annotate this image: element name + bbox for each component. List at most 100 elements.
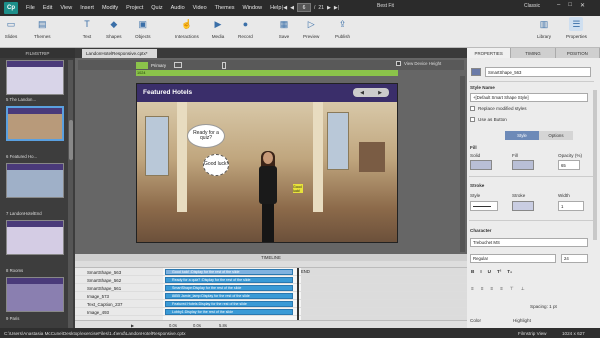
selected-shape-tag[interactable]: Good luck!	[293, 184, 303, 193]
slide-title[interactable]: Featured Hotels	[143, 89, 192, 96]
align-middle-icon[interactable]: ⊥	[521, 286, 525, 292]
align-center-icon[interactable]: ≡	[481, 286, 484, 292]
zoom-select[interactable]: Best Fit	[377, 3, 394, 9]
menu-modify[interactable]: Modify	[102, 5, 118, 11]
view-device-height-toggle[interactable]: View Device Height	[396, 61, 441, 66]
current-slide-input[interactable]: 6	[297, 3, 312, 12]
slide-thumbnail-6[interactable]	[6, 106, 64, 141]
menu-project[interactable]: Project	[126, 5, 143, 11]
record-button[interactable]: ● Record	[238, 17, 253, 39]
slide-thumbnail-7[interactable]	[6, 163, 64, 198]
next-slide-icon[interactable]: ▶	[327, 5, 331, 11]
interactions-button[interactable]: ☝ Interactions	[175, 17, 199, 40]
timeline-row[interactable]: SmartShape_563 Good luck! :Display for th…	[75, 268, 467, 276]
timeline-row[interactable]: SmartShape_561 SmartShape:Display for the…	[75, 284, 467, 292]
media-button[interactable]: ▶ Media	[211, 17, 225, 40]
fill-color-swatch[interactable]	[512, 160, 534, 170]
filmstrip-tab[interactable]: FILMSTRIP	[0, 48, 75, 58]
properties-button[interactable]: ☰ Properties	[566, 17, 587, 39]
prev-slide-icon[interactable]: ◀	[290, 5, 294, 11]
workspace-select[interactable]: Classic	[524, 3, 540, 9]
timeline-row[interactable]: SmartShape_562 Ready for a quiz? :Display…	[75, 276, 467, 284]
menu-audio[interactable]: Audio	[171, 5, 185, 11]
slide-thumbnail-8[interactable]	[6, 220, 64, 255]
subscript-icon[interactable]: T₂	[507, 269, 512, 274]
fill-type-select[interactable]	[470, 160, 492, 170]
menu-themes[interactable]: Themes	[215, 5, 235, 11]
nav-next-icon[interactable]: ▶	[378, 90, 382, 96]
stroke-style-select[interactable]	[470, 201, 498, 211]
text-button[interactable]: T Text	[80, 17, 94, 39]
timeline-bar[interactable]: Ready for a quiz? :Display for the rest …	[165, 277, 293, 283]
slide-thumbnail-9[interactable]	[6, 277, 64, 312]
font-style-select[interactable]: Regular	[470, 254, 556, 263]
tab-timing[interactable]: TIMING	[511, 48, 556, 58]
timeline-bar[interactable]: Featured Hotels:Display for the rest of …	[165, 301, 293, 307]
underline-icon[interactable]: U	[488, 269, 491, 274]
tab-options[interactable]: Options	[539, 131, 573, 140]
save-button[interactable]: ▦ Save	[277, 17, 291, 40]
replace-modified-checkbox[interactable]	[470, 106, 475, 111]
menu-help[interactable]: Help	[270, 5, 281, 11]
timeline-header[interactable]: TIMELINE	[75, 254, 467, 261]
timeline-bar[interactable]: SmartShape:Display for the rest of the s…	[165, 285, 293, 291]
play-icon[interactable]: ▶	[131, 323, 134, 328]
menu-insert[interactable]: Insert	[80, 5, 94, 11]
align-left-icon[interactable]: ≡	[471, 286, 474, 292]
menu-video[interactable]: Video	[193, 5, 207, 11]
good-luck-bubble[interactable]: Good luck!	[203, 154, 229, 176]
view-device-height-checkbox[interactable]	[396, 61, 401, 66]
breakpoint-ruler[interactable]	[136, 70, 398, 76]
stage-scrollbar[interactable]	[460, 76, 465, 252]
opacity-input[interactable]: 65	[558, 160, 580, 170]
last-slide-icon[interactable]: ▶|	[334, 5, 339, 11]
timeline-row[interactable]: Image_493 Lobby1:Display for the rest of …	[75, 308, 467, 316]
host-character[interactable]	[257, 151, 279, 242]
filmstrip-scroll-thumb[interactable]	[68, 120, 73, 160]
slide-thumbnail-5[interactable]	[6, 60, 64, 95]
maximize-icon[interactable]: □	[568, 2, 572, 9]
timeline-bar[interactable]: Lobby1:Display for the rest of the slide	[165, 309, 293, 315]
menu-file[interactable]: File	[26, 5, 35, 11]
minimize-icon[interactable]: –	[557, 2, 560, 9]
timeline-row[interactable]: Text_Caption_237 Featured Hotels:Display …	[75, 300, 467, 308]
quiz-bubble[interactable]: Ready for a quiz?	[187, 124, 225, 148]
timeline-row[interactable]: Image_573 8855 Jamie_lamp:Display for the…	[75, 292, 467, 300]
filmstrip-scrollbar[interactable]	[68, 60, 73, 328]
tablet-icon[interactable]	[174, 62, 183, 68]
timeline-bar[interactable]: 8855 Jamie_lamp:Display for the rest of …	[165, 293, 293, 299]
stroke-color-swatch[interactable]	[512, 201, 534, 211]
properties-scrollbar[interactable]	[593, 90, 597, 240]
objects-button[interactable]: ▣ Objects	[135, 17, 151, 40]
align-top-icon[interactable]: ⊤	[510, 286, 514, 292]
document-tab[interactable]: LandonHotelResponsive.cptx*	[82, 49, 157, 58]
slides-button[interactable]: ▭ Slides	[4, 17, 18, 40]
first-slide-icon[interactable]: |◀	[282, 5, 287, 11]
align-justify-icon[interactable]: ≡	[500, 286, 503, 292]
slide-nav-buttons[interactable]: ◀ ▶	[353, 88, 389, 97]
tab-position[interactable]: POSITION	[555, 48, 600, 58]
bold-icon[interactable]: B	[471, 269, 474, 274]
align-right-icon[interactable]: ≡	[490, 286, 493, 292]
menu-window[interactable]: Window	[243, 5, 263, 11]
superscript-icon[interactable]: T²	[497, 269, 501, 274]
library-button[interactable]: ▥ Library	[537, 17, 551, 40]
menu-view[interactable]: View	[60, 5, 72, 11]
desktop-icon[interactable]	[136, 61, 148, 69]
tab-properties[interactable]: PROPERTIES	[467, 48, 512, 58]
tab-style[interactable]: Style	[505, 131, 539, 140]
stroke-width-input[interactable]: 1	[558, 201, 584, 211]
phone-icon[interactable]	[222, 61, 227, 69]
use-as-button-checkbox[interactable]	[470, 117, 475, 122]
preview-button[interactable]: ▷ Preview	[303, 17, 319, 40]
timeline-end-marker[interactable]	[297, 268, 301, 320]
font-size-select[interactable]: 24	[561, 254, 588, 263]
timeline-bar[interactable]: Good luck! :Display for the rest of the …	[165, 269, 293, 275]
italic-icon[interactable]: I	[480, 269, 481, 274]
shapes-button[interactable]: ◆ Shapes	[106, 17, 122, 40]
menu-edit[interactable]: Edit	[43, 5, 52, 11]
lobby-photo[interactable]: Ready for a quiz? Good luck! Good luck!	[137, 102, 397, 242]
style-name-select[interactable]: +[Default Smart Shape Style]	[470, 93, 588, 102]
close-icon[interactable]: ✕	[580, 2, 585, 9]
font-family-select[interactable]: Trebuchet MS	[470, 238, 588, 247]
